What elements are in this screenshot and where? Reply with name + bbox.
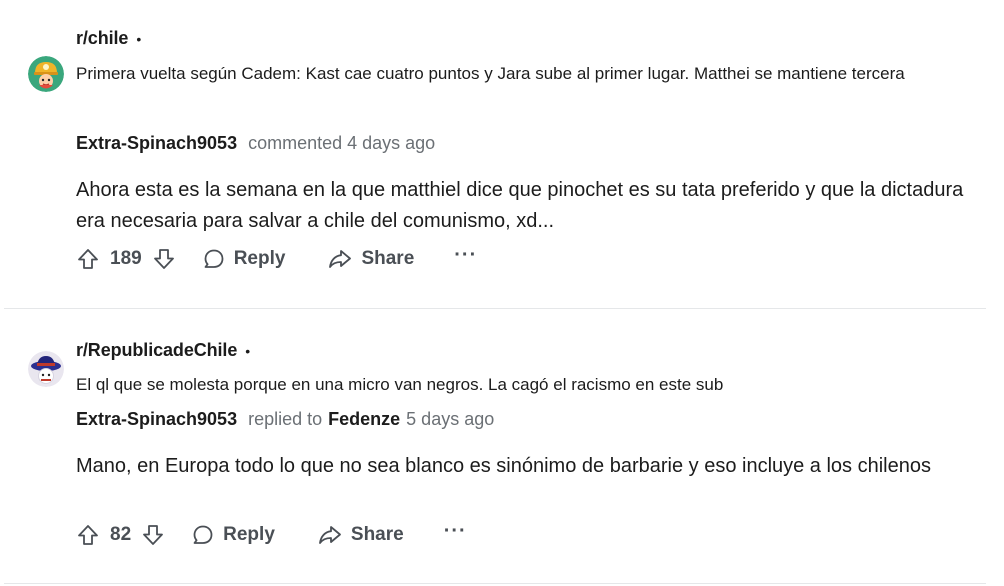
subreddit-name[interactable]: r/RepublicadeChile [76, 340, 237, 361]
downvote-arrow-icon [143, 525, 164, 545]
comment-action-text: replied to [248, 409, 323, 429]
vote-score: 82 [110, 524, 132, 545]
comment-card: r/chile • Primera vuelta según Cadem: Ka… [0, 0, 1004, 308]
miner-helmet-avatar-icon [28, 56, 64, 92]
comment-body: Ahora esta es la semana en la que matthi… [76, 179, 964, 232]
comment-author[interactable]: Extra-Spinach9053 [76, 133, 237, 154]
share-label: Share [361, 248, 415, 269]
speech-bubble-icon [193, 525, 213, 544]
subreddit-name[interactable]: r/chile [76, 28, 128, 49]
separator-dot: • [245, 342, 251, 359]
subreddit-avatar[interactable] [28, 56, 64, 92]
share-label: Share [350, 524, 404, 545]
separator-dot: • [136, 30, 142, 47]
subreddit-avatar[interactable] [28, 351, 64, 387]
hat-avatar-icon [28, 351, 64, 387]
comment-author[interactable]: Extra-Spinach9053 [76, 409, 237, 430]
comment-time: 5 days ago [406, 409, 495, 429]
comment-meta: Extra-Spinach9053 commented 4 days ago [76, 133, 435, 154]
more-options-button[interactable]: ··· [454, 245, 477, 273]
reply-label: Reply [223, 524, 275, 545]
reply-button[interactable]: Reply [191, 523, 275, 547]
reply-target-user[interactable]: Fedenze [328, 409, 400, 430]
vote-score: 189 [110, 248, 142, 269]
upvote-arrow-icon [78, 525, 98, 545]
upvote-button[interactable] [74, 521, 102, 549]
share-arrow-icon [318, 526, 341, 544]
post-title[interactable]: El ql que se molesta porque en una micro… [76, 368, 956, 402]
comment-body: Mano, en Europa todo lo que no sea blanc… [76, 455, 931, 477]
upvote-arrow-icon [78, 249, 98, 269]
speech-bubble-icon [204, 249, 224, 268]
subreddit-row: r/chile • [76, 28, 141, 49]
comment-actions: 189 Reply Share ··· [74, 243, 477, 275]
comment-actions: 82 Reply Share ··· [74, 519, 467, 551]
downvote-button[interactable] [139, 521, 167, 549]
comment-meta: Extra-Spinach9053 replied to Fedenze 5 d… [76, 409, 494, 430]
share-button[interactable]: Share [327, 247, 414, 271]
post-title[interactable]: Primera vuelta según Cadem: Kast cae cua… [76, 56, 956, 91]
comment-divider [4, 583, 986, 584]
reply-label: Reply [233, 248, 286, 269]
share-arrow-icon [329, 250, 352, 268]
upvote-button[interactable] [74, 245, 102, 273]
downvote-button[interactable] [150, 245, 178, 273]
comment-card: r/RepublicadeChile • El ql que se molest… [0, 309, 1004, 584]
more-options-button[interactable]: ··· [444, 521, 467, 549]
reply-button[interactable]: Reply [202, 247, 286, 271]
comment-action-text: commented 4 days ago [248, 133, 436, 153]
share-button[interactable]: Share [317, 523, 404, 547]
downvote-arrow-icon [153, 249, 174, 269]
subreddit-row: r/RepublicadeChile • [76, 340, 250, 361]
